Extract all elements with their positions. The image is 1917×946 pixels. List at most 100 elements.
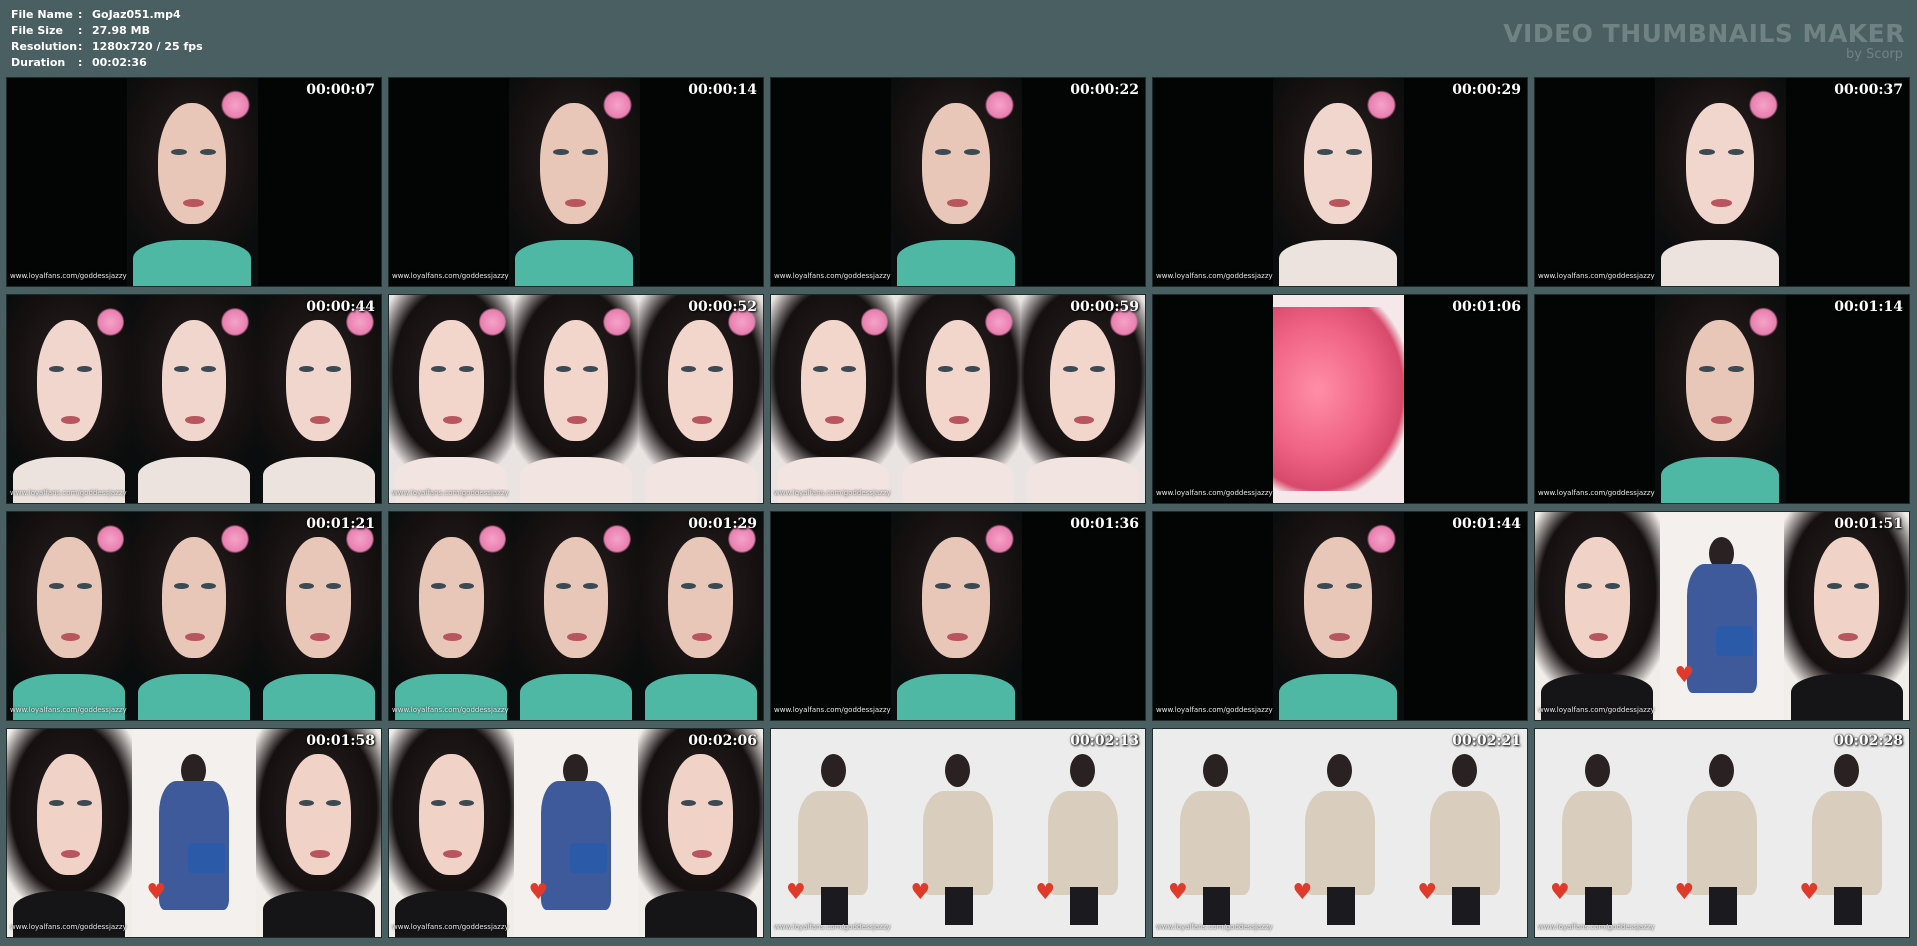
duration-value: 00:02:36	[92, 56, 147, 69]
flower	[984, 90, 1014, 120]
thumbnail[interactable]: ♥ ♥ ♥ www.loyalfans.com/goddessjazzy 00:02:2…	[1534, 728, 1910, 938]
thumbnail[interactable]: www.loyalfans.com/goddessjazzy 00:01:14	[1534, 294, 1910, 504]
person-head	[1070, 753, 1096, 788]
video-frame	[513, 295, 639, 503]
file-name-label: File Name	[11, 8, 73, 21]
video-frame: ♥	[771, 729, 896, 937]
eye	[680, 582, 696, 589]
flower	[220, 90, 250, 120]
eye	[680, 799, 696, 806]
duration-label: Duration	[11, 56, 66, 69]
flower	[478, 307, 507, 337]
mouth	[946, 632, 968, 641]
thumbnail[interactable]: ♥ www.loyalfans.com/goddessjazzy 00:01:58	[6, 728, 382, 938]
person-head	[820, 753, 846, 788]
person-legs	[820, 887, 849, 925]
mouth	[692, 849, 712, 858]
person-legs	[1834, 887, 1862, 925]
heart-icon: ♥	[1035, 879, 1056, 905]
fur-coat	[923, 791, 993, 896]
video-frame: ♥	[1277, 729, 1403, 937]
thumbnail[interactable]: www.loyalfans.com/goddessjazzy 00:00:52	[388, 294, 764, 504]
shirt	[137, 674, 251, 720]
timestamp: 00:00:44	[306, 299, 375, 315]
thumbnail[interactable]: www.loyalfans.com/goddessjazzy 00:00:14	[388, 77, 764, 287]
thumbnail[interactable]: ♥ www.loyalfans.com/goddessjazzy 00:01:51	[1534, 511, 1910, 721]
video-frame	[389, 295, 514, 503]
video-frame	[638, 512, 763, 720]
eye	[937, 365, 953, 372]
watermark-text: www.loyalfans.com/goddessjazzy	[1538, 489, 1655, 497]
thumbnail[interactable]: www.loyalfans.com/goddessjazzy 00:01:29	[388, 511, 764, 721]
video-frame: ♥	[1402, 729, 1527, 937]
thumbnail[interactable]: www.loyalfans.com/goddessjazzy 00:00:22	[770, 77, 1146, 287]
eye	[1854, 582, 1870, 589]
thumbnail[interactable]: www.loyalfans.com/goddessjazzy 00:01:21	[6, 511, 382, 721]
thumbnail[interactable]: www.loyalfans.com/goddessjazzy 00:01:36	[770, 511, 1146, 721]
fur-coat	[798, 791, 869, 896]
thumbnail[interactable]: www.loyalfans.com/goddessjazzy 00:00:29	[1152, 77, 1528, 287]
watermark-text: www.loyalfans.com/goddessjazzy	[774, 272, 891, 280]
shirt	[1279, 674, 1398, 720]
watermark-text: www.loyalfans.com/goddessjazzy	[392, 272, 509, 280]
thumbnail[interactable]: www.loyalfans.com/goddessjazzy 00:01:44	[1152, 511, 1528, 721]
eye	[171, 148, 187, 155]
thumbnail[interactable]: ♥ ♥ ♥ www.loyalfans.com/goddessjazzy 00:02:2…	[1152, 728, 1528, 938]
watermark-text: www.loyalfans.com/goddessjazzy	[1156, 272, 1273, 280]
file-size-label: File Size	[11, 24, 63, 37]
watermark-text: www.loyalfans.com/goddessjazzy	[1538, 272, 1655, 280]
watermark-text: www.loyalfans.com/goddessjazzy	[10, 272, 127, 280]
flower	[221, 307, 249, 337]
watermark-text: www.loyalfans.com/goddessjazzy	[1156, 489, 1273, 497]
shirt	[644, 674, 757, 720]
separator: :	[78, 56, 83, 69]
shirt	[897, 240, 1016, 286]
video-frame: ♥	[895, 729, 1021, 937]
mouth	[1838, 632, 1858, 641]
video-frame	[1784, 512, 1909, 720]
video-frame	[895, 295, 1021, 503]
eye	[708, 799, 724, 806]
eye	[173, 365, 189, 372]
heart-icon: ♥	[785, 879, 806, 905]
eye	[1345, 582, 1362, 589]
flower	[602, 90, 632, 120]
person-head	[1202, 753, 1228, 788]
video-frame: ♥	[513, 729, 639, 937]
fur-coat	[1687, 791, 1757, 896]
shirt	[133, 240, 252, 286]
person-head	[1327, 753, 1353, 788]
thumbnail[interactable]: ♥ ♥ ♥ www.loyalfans.com/goddessjazzy 00:02:1…	[770, 728, 1146, 938]
handbag	[569, 843, 608, 873]
flower	[478, 524, 507, 554]
separator: :	[78, 8, 83, 21]
eye	[49, 365, 65, 372]
mouth	[185, 415, 206, 424]
thumbnail[interactable]: www.loyalfans.com/goddessjazzy 00:00:07	[6, 77, 382, 287]
shirt	[1661, 457, 1780, 503]
eye	[298, 365, 314, 372]
timestamp: 00:01:51	[1834, 516, 1903, 532]
watermark-text: www.loyalfans.com/goddessjazzy	[392, 489, 509, 497]
thumbnail[interactable]: www.loyalfans.com/goddessjazzy 00:00:37	[1534, 77, 1910, 287]
handbag	[187, 843, 226, 873]
mouth	[310, 632, 330, 641]
mouth	[182, 198, 204, 207]
brand-title: VIDEO THUMBNAILS MAKER	[1503, 19, 1905, 48]
video-frame: ♥	[1659, 512, 1785, 720]
mouth	[692, 415, 712, 424]
person-head	[1584, 753, 1610, 788]
thumbnail[interactable]: www.loyalfans.com/goddessjazzy 00:00:59	[770, 294, 1146, 504]
mouth	[567, 632, 588, 641]
thumbnail[interactable]: ♥ www.loyalfans.com/goddessjazzy 00:02:06	[388, 728, 764, 938]
brand-logo: VIDEO THUMBNAILS MAKER by Scorp	[1503, 20, 1905, 62]
thumbnail[interactable]: www.loyalfans.com/goddessjazzy 00:01:06	[1152, 294, 1528, 504]
timestamp: 00:01:21	[306, 516, 375, 532]
eye	[1727, 365, 1744, 372]
shirt	[1661, 240, 1780, 286]
file-size-value: 27.98 MB	[92, 24, 150, 37]
watermark-text: www.loyalfans.com/goddessjazzy	[10, 706, 127, 714]
thumbnail[interactable]: www.loyalfans.com/goddessjazzy 00:00:44	[6, 294, 382, 504]
eye	[1577, 582, 1593, 589]
watermark-text: www.loyalfans.com/goddessjazzy	[392, 706, 509, 714]
